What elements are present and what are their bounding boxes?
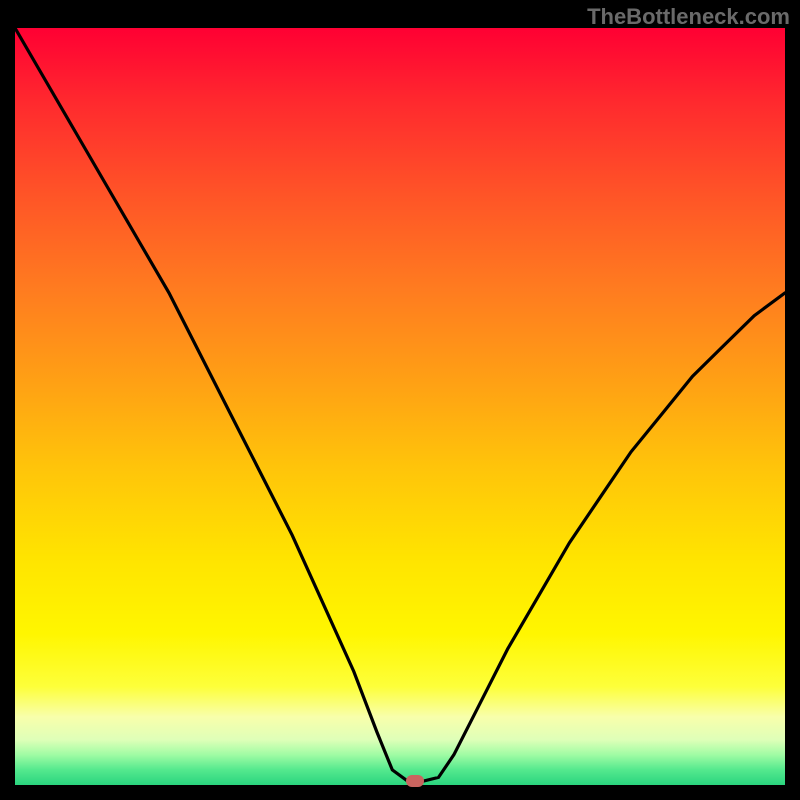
optimal-point-marker [406,775,424,787]
curve-svg [15,28,785,785]
bottleneck-curve [15,28,785,781]
plot-area [15,28,785,785]
watermark-text: TheBottleneck.com [587,4,790,30]
chart-container: TheBottleneck.com [0,0,800,800]
